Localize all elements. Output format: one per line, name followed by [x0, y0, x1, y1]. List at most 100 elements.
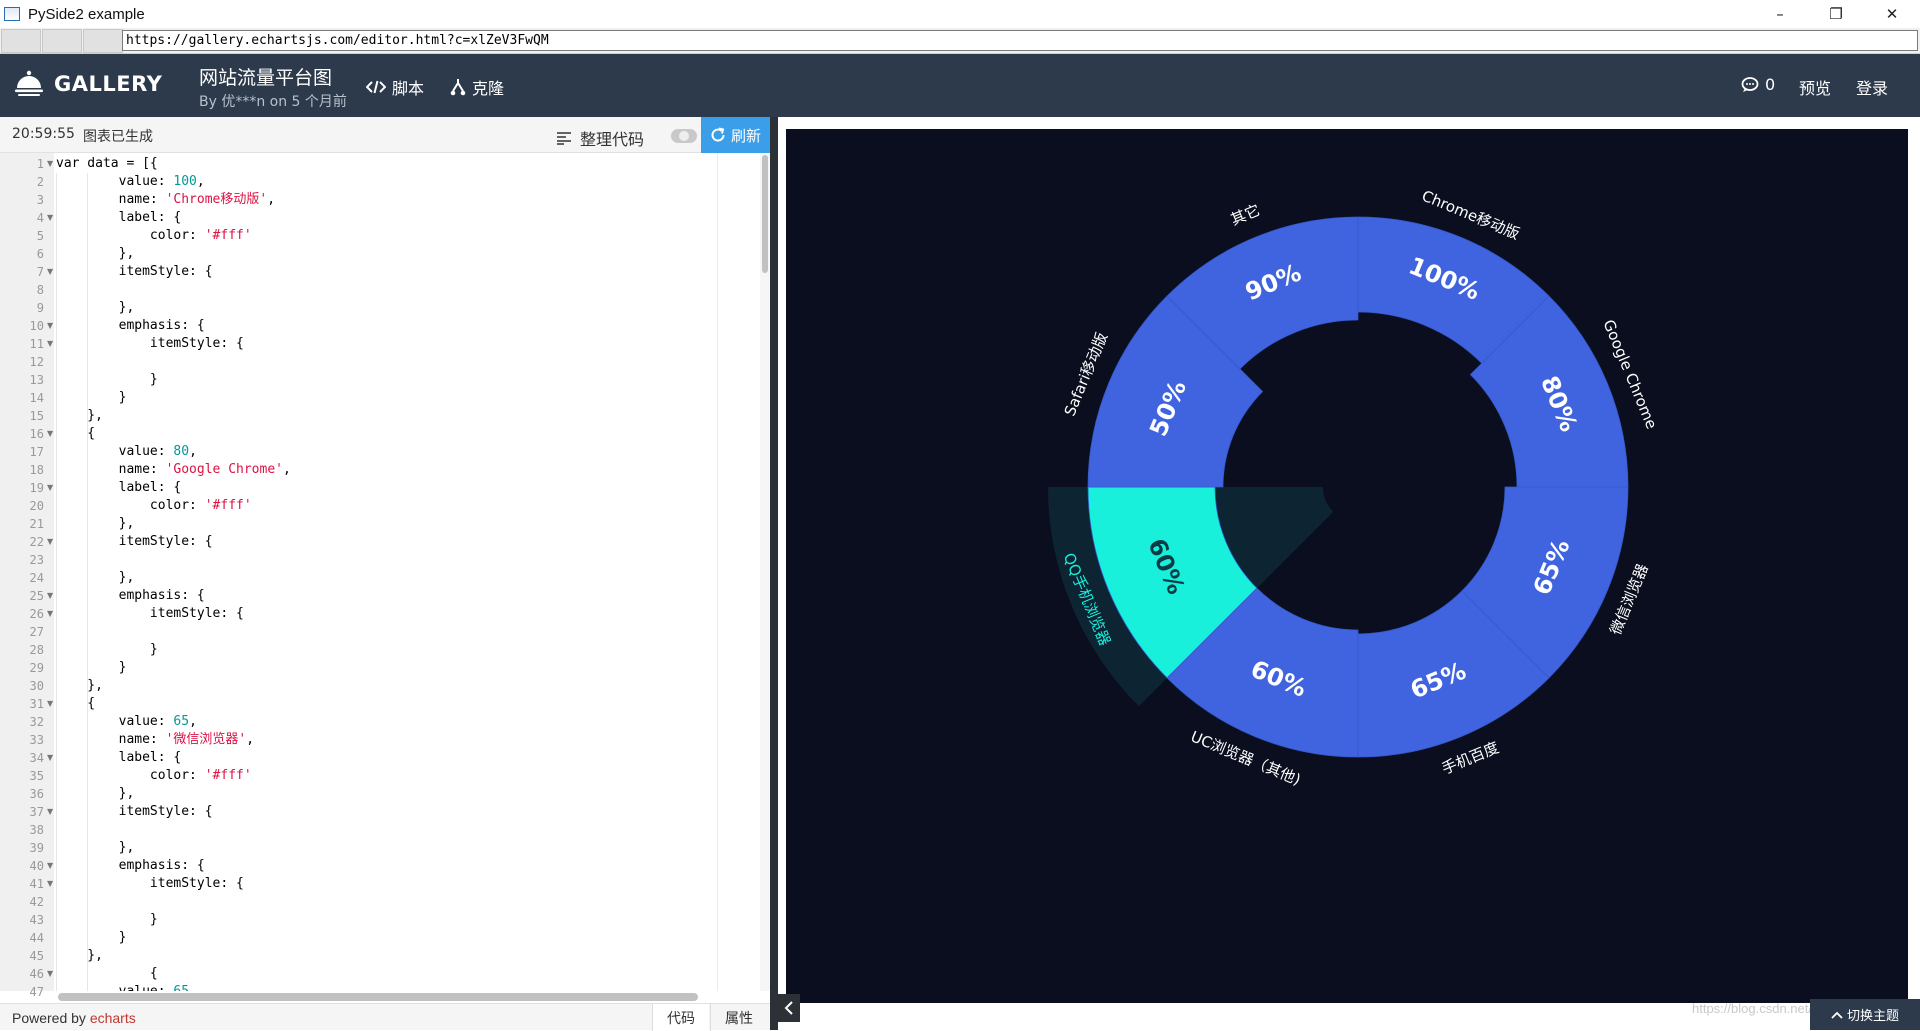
- url-input[interactable]: https://gallery.echartsjs.com/editor.htm…: [122, 30, 1918, 51]
- line-number: 21: [29, 517, 44, 531]
- vertical-scroll-thumb[interactable]: [762, 155, 768, 273]
- code-line: },: [56, 246, 135, 261]
- collapse-editor-button[interactable]: [778, 994, 800, 1022]
- line-number: 33: [29, 733, 44, 747]
- line-number: 7: [36, 265, 44, 279]
- gallery-logo[interactable]: GALLERY: [14, 70, 162, 98]
- fold-toggle-icon[interactable]: ▼: [47, 263, 53, 281]
- chevron-left-icon: [784, 1001, 793, 1015]
- code-line: var data = [{: [56, 156, 158, 171]
- code-editor[interactable]: var data = [{ value: 100, name: 'Chrome移…: [54, 153, 760, 991]
- reload-button[interactable]: [83, 28, 123, 53]
- code-line: },: [56, 300, 135, 315]
- forward-button[interactable]: [42, 28, 82, 53]
- editor-vertical-scrollbar[interactable]: [760, 153, 770, 991]
- fold-toggle-icon[interactable]: ▼: [47, 875, 53, 893]
- code-line: itemStyle: {: [56, 336, 244, 351]
- line-number: 23: [29, 553, 44, 567]
- line-number: 25: [29, 589, 44, 603]
- comments-button[interactable]: 0: [1741, 75, 1775, 94]
- line-number: 26: [29, 607, 44, 621]
- rose-chart[interactable]: 100%Chrome移动版80% Google Chrome65% 微信浏览器65%…: [786, 129, 1908, 1003]
- editor-panel: 20:59:55 图表已生成 整理代码 刷新 1 ▼ 2 3 4 ▼ 5 6 7 ▼ 8 9 10 ▼ 11…: [0, 117, 770, 1031]
- logo-text: GALLERY: [54, 72, 163, 96]
- code-line: color: '#fff': [56, 768, 252, 783]
- editor-footer: Powered by echarts 代码 属性: [0, 1003, 770, 1031]
- app-icon: [4, 7, 20, 21]
- fold-toggle-icon[interactable]: ▼: [47, 479, 53, 497]
- line-number: 22: [29, 535, 44, 549]
- code-line: value: 65: [56, 983, 189, 991]
- panel-divider[interactable]: [770, 117, 778, 1030]
- tab-code[interactable]: 代码: [652, 1004, 709, 1031]
- fold-toggle-icon[interactable]: ▼: [47, 587, 53, 605]
- code-line: emphasis: {: [56, 318, 205, 333]
- login-label: 登录: [1856, 79, 1889, 98]
- back-button[interactable]: [1, 28, 41, 53]
- line-number: 6: [36, 247, 44, 261]
- line-number: 47: [29, 985, 44, 999]
- line-number: 11: [29, 337, 44, 351]
- format-code-label: 整理代码: [580, 130, 645, 149]
- script-button[interactable]: 脚本: [366, 75, 424, 99]
- line-number: 30: [29, 679, 44, 693]
- code-line: {: [56, 696, 96, 711]
- fold-toggle-icon[interactable]: ▼: [47, 533, 53, 551]
- code-line: }: [56, 372, 158, 387]
- fold-toggle-icon[interactable]: ▼: [47, 317, 53, 335]
- code-line: {: [56, 426, 96, 441]
- fold-toggle-icon[interactable]: ▼: [47, 209, 53, 227]
- comments-count: 0: [1765, 75, 1776, 94]
- address-bar: https://gallery.echartsjs.com/editor.htm…: [0, 28, 1920, 54]
- code-line: {: [56, 966, 158, 981]
- horizontal-scroll-thumb[interactable]: [58, 993, 698, 1001]
- code-line: },: [56, 408, 103, 423]
- echarts-link[interactable]: echarts: [90, 1010, 136, 1026]
- line-number: 24: [29, 571, 44, 585]
- line-number: 46: [29, 967, 44, 981]
- fold-toggle-icon[interactable]: ▼: [47, 749, 53, 767]
- fold-toggle-icon[interactable]: ▼: [47, 965, 53, 983]
- line-number: 32: [29, 715, 44, 729]
- fold-toggle-icon[interactable]: ▼: [47, 335, 53, 353]
- fold-toggle-icon[interactable]: ▼: [47, 857, 53, 875]
- code-line: }: [56, 642, 158, 657]
- code-icon: [366, 80, 386, 94]
- fold-toggle-icon[interactable]: ▼: [47, 695, 53, 713]
- fold-toggle-icon[interactable]: ▼: [47, 605, 53, 623]
- login-button[interactable]: 登录: [1856, 75, 1888, 99]
- auto-run-toggle[interactable]: [671, 129, 697, 143]
- page-title: 网站流量平台图: [199, 67, 333, 89]
- minimize-button[interactable]: –: [1752, 0, 1808, 28]
- code-line: }: [56, 912, 158, 927]
- slice-category-label: 手机百度: [1439, 738, 1501, 778]
- powered-by-text: Powered by: [12, 1010, 90, 1026]
- switch-theme-button[interactable]: 切换主题: [1810, 999, 1920, 1030]
- format-code-button[interactable]: 整理代码: [556, 126, 644, 150]
- line-number: 18: [29, 463, 44, 477]
- code-line: value: 80,: [56, 444, 197, 459]
- chart-canvas[interactable]: 100% Chrome移动版 80% Google Chrome 65% 微信浏览器 65%…: [786, 129, 1908, 1003]
- refresh-button[interactable]: 刷新: [701, 117, 770, 153]
- fold-toggle-icon[interactable]: ▼: [47, 155, 53, 173]
- chevron-up-icon: [1831, 1011, 1843, 1019]
- clone-button[interactable]: 克隆: [450, 75, 504, 99]
- preview-button[interactable]: 预览: [1799, 75, 1831, 99]
- cloche-logo-icon: [15, 70, 43, 96]
- line-number: 36: [29, 787, 44, 801]
- code-line: name: '微信浏览器',: [56, 732, 255, 747]
- fold-toggle-icon[interactable]: ▼: [47, 425, 53, 443]
- tab-properties[interactable]: 属性: [710, 1004, 767, 1031]
- code-line: itemStyle: {: [56, 804, 213, 819]
- maximize-button[interactable]: ❐: [1808, 0, 1864, 28]
- line-number: 13: [29, 373, 44, 387]
- code-line: value: 65,: [56, 714, 197, 729]
- line-number: 27: [29, 625, 44, 639]
- line-number: 5: [36, 229, 44, 243]
- close-button[interactable]: ✕: [1864, 0, 1920, 28]
- line-number: 38: [29, 823, 44, 837]
- code-line: }: [56, 930, 127, 945]
- fold-toggle-icon[interactable]: ▼: [47, 803, 53, 821]
- powered-by: Powered by echarts: [12, 1010, 136, 1026]
- line-number: 44: [29, 931, 44, 945]
